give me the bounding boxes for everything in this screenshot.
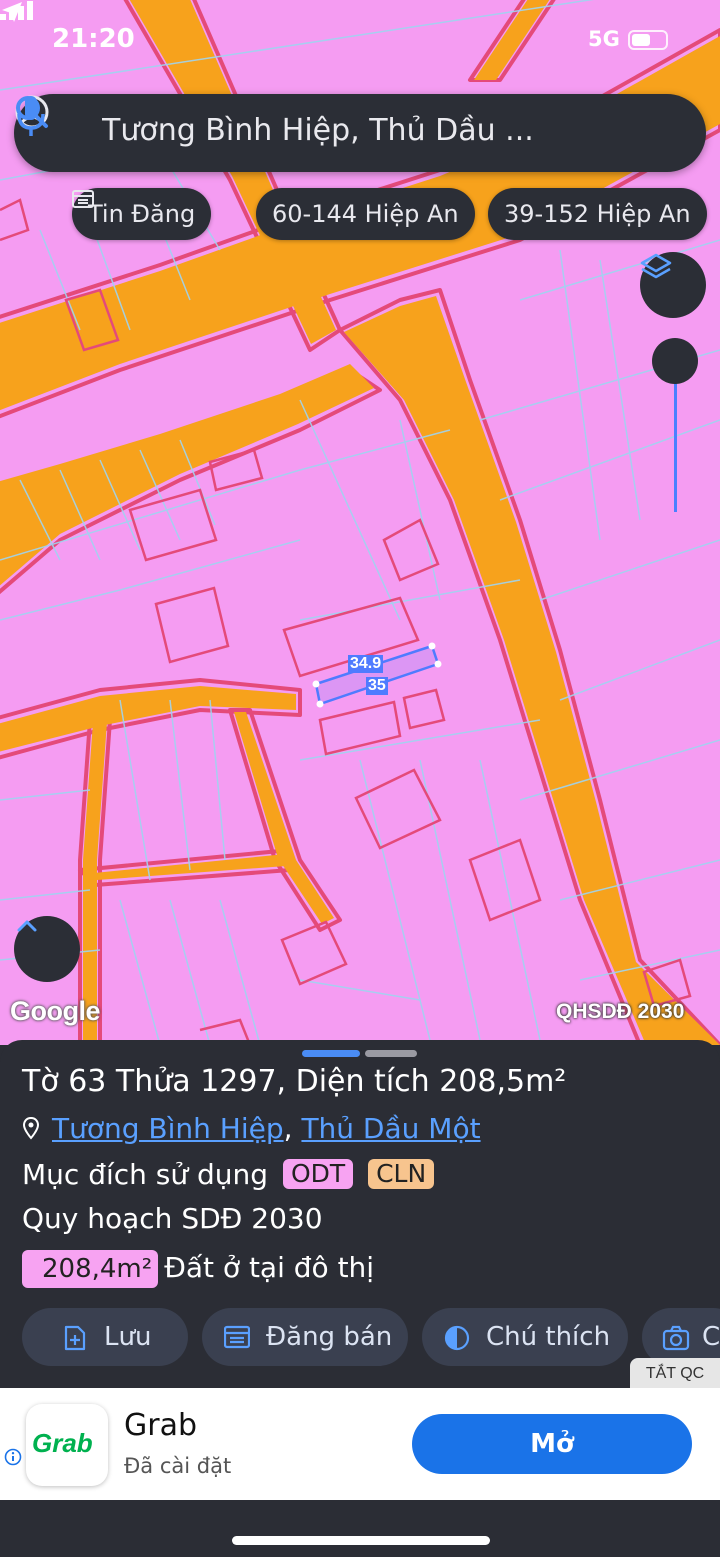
opacity-slider-handle[interactable] bbox=[652, 338, 698, 384]
legend-label: Chú thích bbox=[486, 1322, 611, 1352]
mic-icon[interactable] bbox=[14, 94, 48, 138]
ward-link[interactable]: Tương Bình Hiệp bbox=[52, 1112, 284, 1145]
chip-label: 39-152 Hiệp An bbox=[504, 200, 691, 228]
ad-app-name: Grab bbox=[124, 1408, 198, 1443]
land-use-label: Mục đích sử dụng bbox=[22, 1158, 269, 1191]
search-bar[interactable]: Tương Bình Hiệp, Thủ Dầu ... bbox=[14, 94, 706, 172]
chip-listings[interactable]: Tin Đăng bbox=[72, 188, 212, 240]
measurement-label: 34.9 bbox=[348, 655, 384, 673]
listing-icon bbox=[72, 190, 94, 208]
chip-label: 60-144 Hiệp An bbox=[272, 200, 459, 228]
sheet-handle[interactable] bbox=[365, 1050, 417, 1057]
location-pin-icon bbox=[22, 1116, 40, 1140]
land-use-row: Mục đích sử dụng ODT CLN bbox=[22, 1158, 435, 1191]
network-type: 5G bbox=[588, 27, 620, 51]
ad-banner[interactable]: Grab Grab Đã cài đặt Mở bbox=[0, 1388, 720, 1500]
camera-icon bbox=[662, 1325, 690, 1351]
post-sale-label: Đăng bán bbox=[266, 1322, 393, 1352]
ad-info-icon[interactable] bbox=[4, 1448, 22, 1466]
search-input[interactable]: Tương Bình Hiệp, Thủ Dầu ... bbox=[102, 113, 572, 148]
status-time: 21:20 bbox=[52, 24, 135, 54]
opacity-slider-track[interactable] bbox=[674, 370, 677, 512]
location-row: Tương Bình Hiệp, Thủ Dầu Một bbox=[22, 1112, 481, 1145]
parcel-info-sheet[interactable]: Tờ 63 Thửa 1297, Diện tích 208,5m² Tương… bbox=[0, 1040, 720, 1390]
signal-icon bbox=[0, 1, 33, 20]
ad-open-button[interactable]: Mở bbox=[412, 1414, 692, 1474]
plan-use-label: Đất ở tại đô thị bbox=[164, 1251, 375, 1284]
plan-area-badge: 208,4m² bbox=[22, 1250, 159, 1288]
ad-install-status: Đã cài đặt bbox=[124, 1454, 232, 1478]
chevron-up-icon bbox=[17, 920, 37, 932]
land-use-badge-cln: CLN bbox=[368, 1159, 435, 1189]
contrast-icon bbox=[444, 1325, 470, 1351]
legend-button[interactable]: Chú thích bbox=[422, 1308, 628, 1366]
post-sale-button[interactable]: Đăng bán bbox=[202, 1308, 408, 1366]
turn-off-ads-button[interactable]: TẮT QC bbox=[630, 1358, 720, 1390]
chip-label: Tin Đăng bbox=[88, 200, 196, 228]
home-bar-area bbox=[0, 1500, 720, 1557]
plan-area-row: 208,4m² Đất ở tại đô thị bbox=[22, 1250, 374, 1288]
grab-logo-text: Grab bbox=[32, 1428, 93, 1458]
add-file-icon bbox=[64, 1325, 86, 1351]
measurement-label: 35 bbox=[366, 677, 388, 695]
save-button[interactable]: Lưu bbox=[22, 1308, 188, 1366]
google-logo: Google bbox=[10, 996, 101, 1026]
battery-icon bbox=[628, 30, 668, 50]
save-label: Lưu bbox=[104, 1322, 152, 1352]
sheet-handle[interactable] bbox=[302, 1050, 360, 1057]
layers-icon bbox=[640, 253, 672, 279]
map-layer-label: QHSDĐ 2030 bbox=[556, 1000, 685, 1023]
parcel-title: Tờ 63 Thửa 1297, Diện tích 208,5m² bbox=[22, 1064, 567, 1099]
map-view[interactable]: 34.9 35 21:20 5G Tương Bình Hiệp, Thủ Dầ… bbox=[0, 0, 720, 1045]
land-use-badge-odt: ODT bbox=[282, 1159, 354, 1189]
expand-button[interactable] bbox=[14, 916, 80, 982]
chip-address[interactable]: 39-152 Hiệp An bbox=[488, 188, 707, 240]
chip-address[interactable]: 60-144 Hiệp An bbox=[256, 188, 475, 240]
listing-icon bbox=[224, 1325, 250, 1349]
plan-title: Quy hoạch SDĐ 2030 bbox=[22, 1202, 323, 1235]
grab-app-logo[interactable]: Grab bbox=[26, 1404, 108, 1486]
location-separator: , bbox=[283, 1112, 293, 1145]
home-indicator[interactable] bbox=[232, 1536, 490, 1545]
layers-button[interactable] bbox=[640, 252, 706, 318]
city-link[interactable]: Thủ Dầu Một bbox=[301, 1112, 480, 1145]
